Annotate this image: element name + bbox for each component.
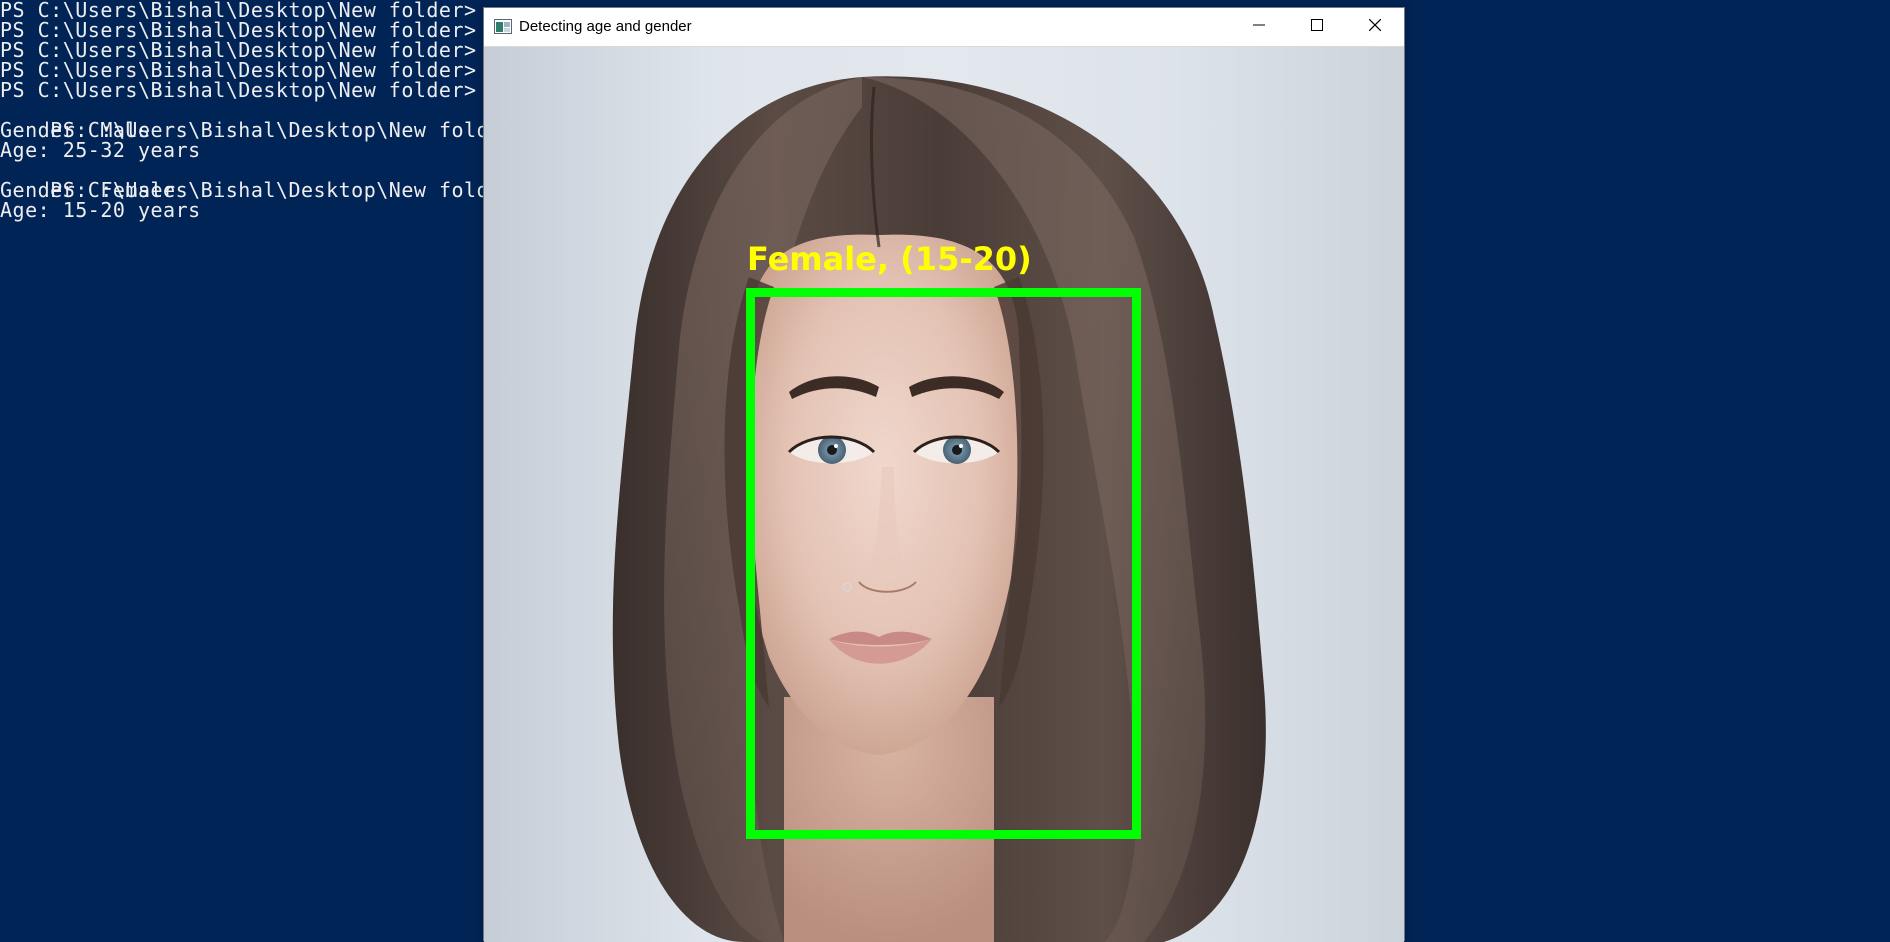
- close-button[interactable]: [1346, 8, 1404, 46]
- output-gender: Gender: Female: [0, 178, 176, 202]
- output-age: Age: 15-20 years: [0, 198, 201, 222]
- window-title: Detecting age and gender: [519, 18, 692, 35]
- maximize-icon: [1311, 18, 1323, 36]
- terminal-line: PS C:\Users\Bishal\Desktop\New folder>: [0, 38, 477, 62]
- opencv-window-icon: [494, 19, 512, 34]
- terminal-line: PS C:\Users\Bishal\Desktop\New folder>: [0, 78, 477, 102]
- detection-label: Female, (15-20): [747, 240, 1032, 278]
- maximize-button[interactable]: [1288, 8, 1346, 46]
- terminal-line: PS C:\Users\Bishal\Desktop\New folder>: [0, 18, 477, 42]
- minimize-icon: [1253, 18, 1265, 36]
- terminal-line: PS C:\Users\Bishal\Desktop\New folder>: [0, 0, 477, 22]
- output-age: Age: 25-32 years: [0, 138, 201, 162]
- image-canvas: Female, (15-20): [484, 47, 1404, 942]
- face-detection-box: [746, 288, 1141, 839]
- minimize-button[interactable]: [1230, 8, 1288, 46]
- window-titlebar[interactable]: Detecting age and gender: [484, 8, 1404, 47]
- output-gender: Gender: Male: [0, 118, 151, 142]
- opencv-window[interactable]: Detecting age and gender Female, (15-20): [483, 7, 1405, 942]
- close-icon: [1368, 18, 1382, 36]
- terminal-line: PS C:\Users\Bishal\Desktop\New folder>: [0, 58, 477, 82]
